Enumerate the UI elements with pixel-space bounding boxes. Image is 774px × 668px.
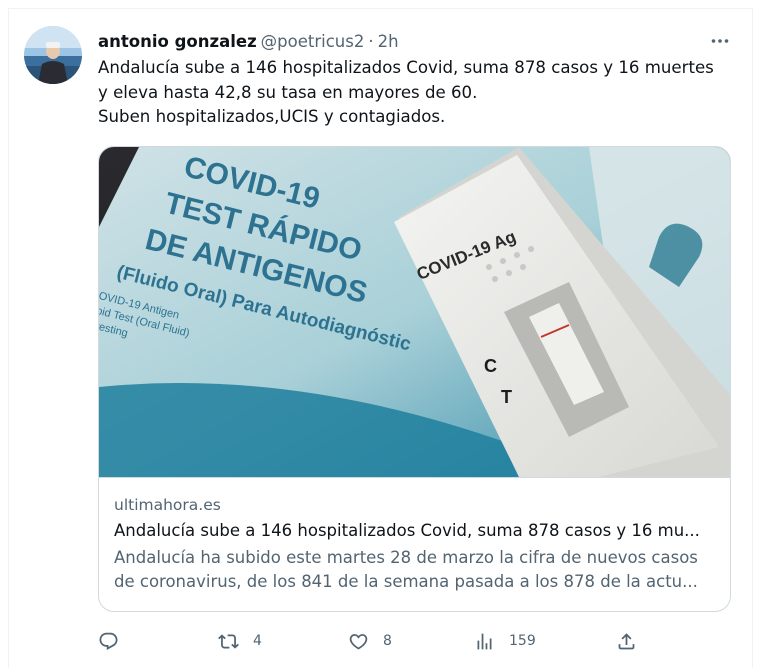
author-handle[interactable]: @poetricus2 [261,32,365,51]
share-icon [618,632,635,649]
views-chart-icon [477,633,492,649]
separator-dot: · [368,31,374,51]
reply-icon [99,632,118,650]
tweet-text: Andalucía sube a 146 hospitalizados Covi… [98,56,738,130]
tweet-text-line: Andalucía sube a 146 hospitalizados Covi… [98,58,714,77]
card-title[interactable]: Andalucía sube a 146 hospitalizados Covi… [114,519,717,543]
retweet-button[interactable]: 4 [218,626,262,656]
card-description-line: Andalucía ha subido este martes 28 de ma… [114,548,698,567]
card-info[interactable]: ultimahora.es Andalucía sube a 146 hospi… [99,477,730,611]
link-card[interactable]: COVID-19 TEST RÁPIDO DE ANTIGENOS (Fluid… [98,146,731,612]
tweet-text-line: Suben hospitalizados,UCIS y contagiados. [98,107,446,126]
author-name[interactable]: antonio gonzalez [98,32,257,51]
views-button[interactable]: 159 [474,626,536,656]
views-count: 159 [509,633,536,649]
share-button[interactable] [616,626,637,656]
avatar[interactable] [24,26,82,84]
more-options-icon[interactable] [708,29,732,53]
cassette-c-label: C [484,356,497,376]
card-image[interactable]: COVID-19 TEST RÁPIDO DE ANTIGENOS (Fluid… [99,147,730,477]
tweet-text-line: y eleva hasta 42,8 su tasa en mayores de… [98,82,478,102]
tweet-actions: 4 8 159 [98,626,738,656]
retweet-count: 4 [253,633,262,649]
card-description: Andalucía ha subido este martes 28 de ma… [114,546,717,594]
retweet-icon [218,633,239,649]
like-count: 8 [383,633,392,649]
heart-icon [349,633,368,650]
tweet-header: antonio gonzalez @poetricus2 · 2h [98,29,738,53]
card-description-line: de coronavirus, de los 841 de la semana … [114,572,698,591]
reply-button[interactable] [98,626,119,656]
tweet[interactable]: antonio gonzalez @poetricus2 · 2h Andalu… [8,8,753,668]
card-domain[interactable]: ultimahora.es [114,494,717,516]
like-button[interactable]: 8 [348,626,392,656]
cassette-t-label: T [501,387,512,407]
tweet-time[interactable]: 2h [378,32,399,51]
